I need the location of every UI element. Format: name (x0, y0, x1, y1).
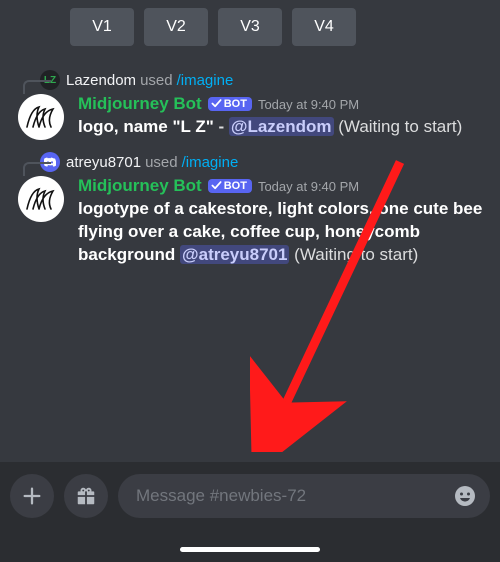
user-mention[interactable]: @atreyu8701 (180, 245, 289, 264)
bot-avatar[interactable] (18, 94, 64, 140)
bot-avatar[interactable] (18, 176, 64, 222)
emoji-button[interactable] (450, 481, 480, 511)
bot-tag: BOT (208, 179, 252, 193)
author-name[interactable]: Midjourney Bot (78, 94, 202, 114)
message-input[interactable] (136, 486, 450, 506)
gift-button[interactable] (64, 474, 108, 518)
variation-button-row: V1 V2 V3 V4 (0, 0, 500, 64)
user-mention[interactable]: @Lazendom (229, 117, 334, 136)
v4-button[interactable]: V4 (292, 8, 356, 46)
reply-used-label: used (140, 72, 173, 89)
home-indicator (180, 547, 320, 552)
reply-command: /imagine (182, 154, 239, 171)
timestamp: Today at 9:40 PM (258, 179, 359, 194)
reply-reference[interactable]: LZ Lazendom used /imagine (40, 70, 488, 90)
reply-username: Lazendom (66, 72, 136, 89)
message-content: logotype of a cakestore, light colors, o… (78, 198, 488, 267)
message-group: LZ Lazendom used /imagine Midjourney Bot… (0, 64, 500, 146)
author-name[interactable]: Midjourney Bot (78, 176, 202, 196)
timestamp: Today at 9:40 PM (258, 97, 359, 112)
reply-reference[interactable]: atreyu8701 used /imagine (40, 152, 488, 172)
v3-button[interactable]: V3 (218, 8, 282, 46)
message-composer[interactable] (118, 474, 490, 518)
add-attachment-button[interactable] (10, 474, 54, 518)
reply-username: atreyu8701 (66, 154, 141, 171)
v1-button[interactable]: V1 (70, 8, 134, 46)
v2-button[interactable]: V2 (144, 8, 208, 46)
bot-tag: BOT (208, 97, 252, 111)
message-content: logo, name "L Z" - @Lazendom (Waiting to… (78, 116, 488, 139)
reply-command: /imagine (177, 72, 234, 89)
message-group: atreyu8701 used /imagine Midjourney Bot … (0, 146, 500, 273)
reply-used-label: used (145, 154, 178, 171)
